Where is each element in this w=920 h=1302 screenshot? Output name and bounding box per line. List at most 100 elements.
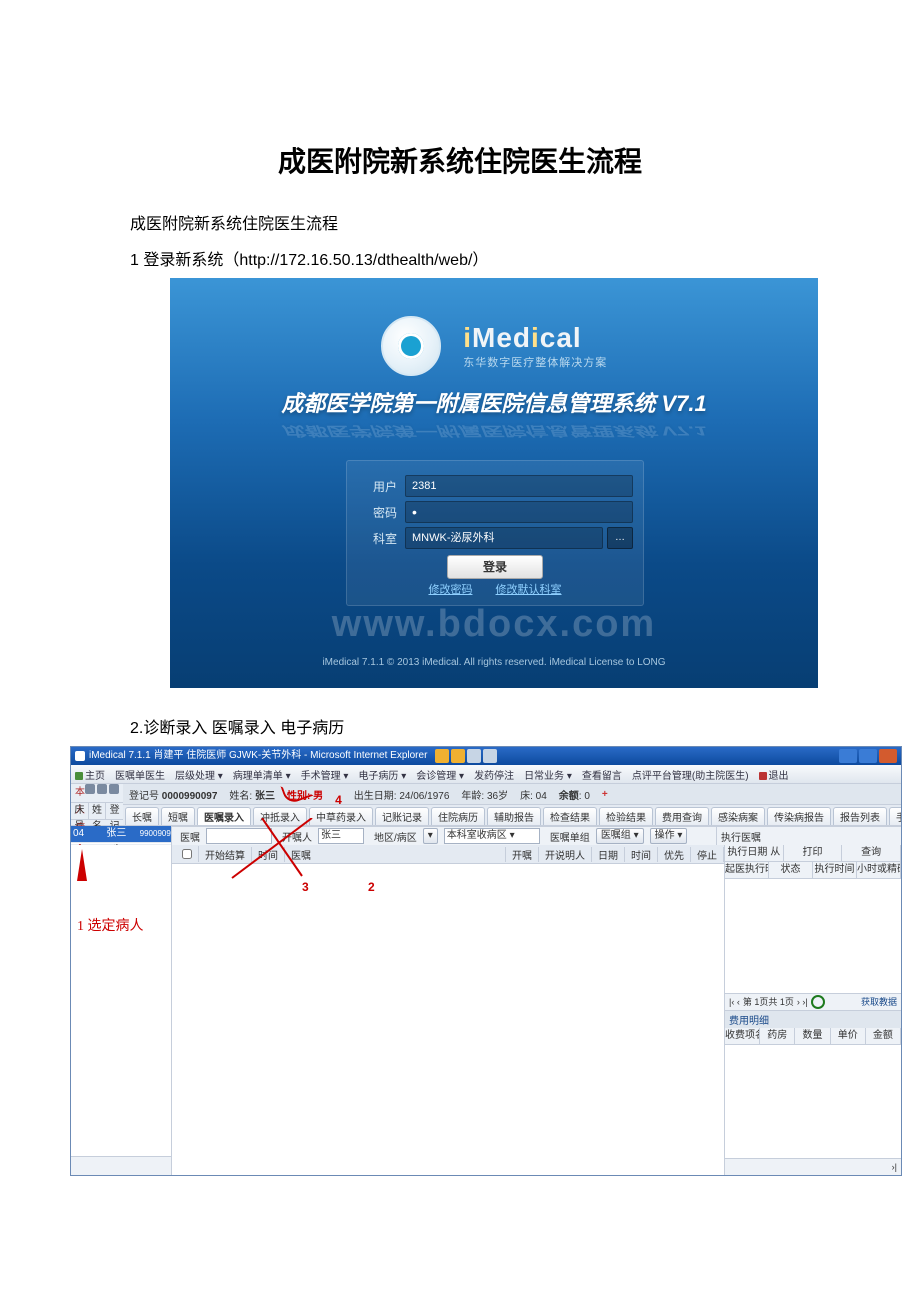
annotation-2: 2 [368,880,375,894]
app-menubar: 主页 医嘱单医生 层级处理 ▾ 病理单清单 ▾ 手术管理 ▾ 电子病历 ▾ 会诊… [71,765,901,784]
home-icon [75,772,83,780]
right-pager-2: ›| [725,1158,901,1175]
doc-step-1: 1 登录新系统（http://172.16.50.13/dthealth/web… [130,246,880,270]
menu-doctor[interactable]: 医嘱单医生 [115,767,165,782]
exit-icon [759,772,767,780]
right-panel: 执行日期 从 打印 查询 起医执行时间 状态 执行时间 小时或精确度 |‹ ‹ … [724,845,901,1175]
col-start: 开始结算 [199,847,252,862]
right-pager-1: |‹ ‹ 第 1页共 1页 › ›| 获取教据 [725,993,901,1010]
system-name-reflection: 成都医学院第一附属医院信息管理系统 V7.1 [170,422,818,441]
menu-review[interactable]: 点评平台管理(助主院医生) [632,767,749,782]
app-titlebar: iMedical 7.1.1 肖建平 住院医师 GJWK-关节外科 - Micr… [71,747,901,765]
tab-offset-entry[interactable]: 冲抵录入 [253,807,307,825]
tab-order-entry[interactable]: 医嘱录入 [197,807,251,825]
loc-button[interactable]: ▾ [423,828,438,844]
password-input[interactable] [405,501,633,523]
rcol-qty: 数量 [795,1028,830,1044]
panel-collapse-icon[interactable] [85,784,95,794]
tab-herb-entry[interactable]: 中草药录入 [309,807,373,825]
left-header: 本人病人 [75,784,85,802]
tab-report-list[interactable]: 报告列表 [833,807,887,825]
login-screenshot: iMedical 东华数字医疗整体解决方案 成都医学院第一附属医院信息管理系统 … [170,278,818,688]
dept-label: 科室 [357,530,397,547]
col-priority: 优先 [658,847,691,862]
rcol-amount: 金额 [866,1028,901,1044]
rcol-runtime: 执行时间 [813,862,857,878]
tab-infectious-report[interactable]: 传染病报告 [767,807,831,825]
tab-lab-result[interactable]: 检验结果 [599,807,653,825]
sex-field: 性别: 男 [287,787,323,802]
patient-list-panel: 1 选定病人 [71,845,172,1175]
order-input[interactable] [206,828,272,844]
exec-grid-body [725,879,901,993]
login-button[interactable]: 登录 [447,555,543,579]
tab-fee-query[interactable]: 费用查询 [655,807,709,825]
rcol-fee-name: 收费项名称 [725,1028,760,1044]
rcol-status: 状态 [769,862,813,878]
app-screenshot: iMedical 7.1.1 肖建平 住院医师 GJWK-关节外科 - Micr… [70,746,902,1176]
panel-close-icon[interactable] [109,784,119,794]
refresh-icon[interactable] [811,995,825,1009]
user-label: 用户 [357,478,397,495]
orderer-input[interactable]: 张三 [318,828,364,844]
user-input[interactable]: 2381 [405,475,633,497]
login-form: 用户 2381 密码 科室 MNWK-泌尿外科 … 登录 修改密码 修改默认科室 [346,460,644,606]
tab-exam-result[interactable]: 检查结果 [543,807,597,825]
rcol-precision: 小时或精确度 [857,862,901,878]
tab-billing[interactable]: 记账记录 [375,807,429,825]
tab-secondary[interactable]: 手次医嘱 [889,807,902,825]
nav-stop-icon[interactable] [467,749,481,763]
watermark: www.bdocx.com [170,603,818,646]
col-time2: 时间 [625,847,658,862]
password-label: 密码 [357,504,397,521]
tab-short-order[interactable]: 短嘱 [161,807,195,825]
window-close-button[interactable] [879,749,897,763]
app-icon [75,751,85,761]
menu-pathology[interactable]: 病理单清单 ▾ [233,767,291,782]
tab-aux-report[interactable]: 辅助报告 [487,807,541,825]
tab-long-order[interactable]: 长嘱 [125,807,159,825]
window-maximize-button[interactable] [859,749,877,763]
ward-select[interactable]: 本科室收病区 ▾ [444,828,540,844]
tab-inpatient[interactable]: 住院病历 [431,807,485,825]
loc-label: 地区/病区 [374,829,417,844]
brand-subtitle: 东华数字医疗整体解决方案 [463,354,607,370]
menu-dispense[interactable]: 发药停注 [474,767,514,782]
menu-msg[interactable]: 查看留言 [582,767,622,782]
menu-daily[interactable]: 日常业务 ▾ [524,767,572,782]
menu-exit[interactable]: 退出 [759,767,789,782]
rcol-print-btn[interactable]: 打印 [784,845,843,861]
status-select[interactable]: 医嘱组 ▾ [596,828,644,844]
select-all-checkbox[interactable] [182,849,192,859]
fetch-data-link[interactable]: 获取教据 [861,995,897,1008]
dept-input[interactable]: MNWK-泌尿外科 [405,527,603,549]
menu-level[interactable]: 层级处理 ▾ [175,767,223,782]
tab-infection[interactable]: 感染病案 [711,807,765,825]
annotation-arrow-icon [77,849,87,881]
menu-consult[interactable]: 会诊管理 ▾ [416,767,464,782]
login-footer: iMedical 7.1.1 © 2013 iMedical. All righ… [170,657,818,668]
col-orderer: 开嘱 [506,847,539,862]
window-minimize-button[interactable] [839,749,857,763]
menu-emr[interactable]: 电子病历 ▾ [358,767,406,782]
patient-row-selected[interactable]: 04 张三 99009098 [71,826,171,843]
panel-pin-icon[interactable] [97,784,107,794]
doc-subtitle: 成医附院新系统住院医生流程 [130,210,880,234]
nav-back-icon[interactable] [435,749,449,763]
menu-home[interactable]: 主页 [75,767,105,782]
col-stop: 停止 [691,847,724,862]
left-pager [71,1156,171,1175]
menu-surgery[interactable]: 手术管理 ▾ [301,767,349,782]
ordergroup-label: 医嘱单组 [550,829,590,844]
left-col-reg: 登记号 [106,803,123,819]
dept-picker-button[interactable]: … [607,527,633,549]
rcol-query-btn[interactable]: 查询 [842,845,901,861]
nav-fwd-icon[interactable] [451,749,465,763]
order-label: 医嘱 [180,829,200,844]
right-head-exec: 执行医嘱 [721,829,761,844]
action-select[interactable]: 操作 ▾ [650,828,688,844]
nav-refresh-icon[interactable] [483,749,497,763]
change-default-dept-link[interactable]: 修改默认科室 [496,584,562,596]
col-order: 医嘱 [285,847,506,862]
change-password-link[interactable]: 修改密码 [428,584,472,596]
